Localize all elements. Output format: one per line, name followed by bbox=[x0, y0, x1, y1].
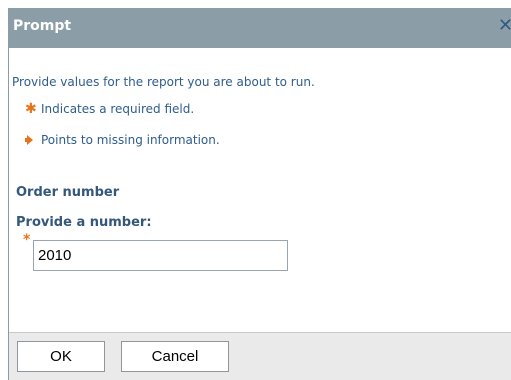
asterisk-icon: ✱ bbox=[25, 101, 37, 117]
cancel-button[interactable]: Cancel bbox=[121, 341, 229, 372]
ok-button[interactable]: OK bbox=[17, 341, 105, 372]
section-label: Order number bbox=[16, 185, 120, 200]
required-marker: * bbox=[23, 232, 31, 248]
legend-missing-text: Points to missing information. bbox=[41, 133, 220, 147]
legend-required-text: Indicates a required field. bbox=[41, 102, 195, 116]
intro-text: Provide values for the report you are ab… bbox=[12, 75, 315, 89]
order-number-input[interactable] bbox=[33, 240, 288, 271]
dialog-footer: OK Cancel bbox=[9, 332, 511, 380]
dialog-titlebar: Prompt ✕ bbox=[9, 8, 511, 48]
legend-required: ✱ Indicates a required field. bbox=[25, 101, 194, 117]
dialog-content: Provide values for the report you are ab… bbox=[9, 48, 511, 333]
dialog-title: Prompt bbox=[13, 18, 72, 34]
arrow-right-icon bbox=[25, 134, 41, 146]
legend-missing: Points to missing information. bbox=[25, 133, 220, 147]
field-label: Provide a number: bbox=[16, 215, 152, 230]
prompt-dialog: Prompt ✕ Provide values for the report y… bbox=[8, 8, 511, 380]
close-icon[interactable]: ✕ bbox=[498, 16, 511, 36]
